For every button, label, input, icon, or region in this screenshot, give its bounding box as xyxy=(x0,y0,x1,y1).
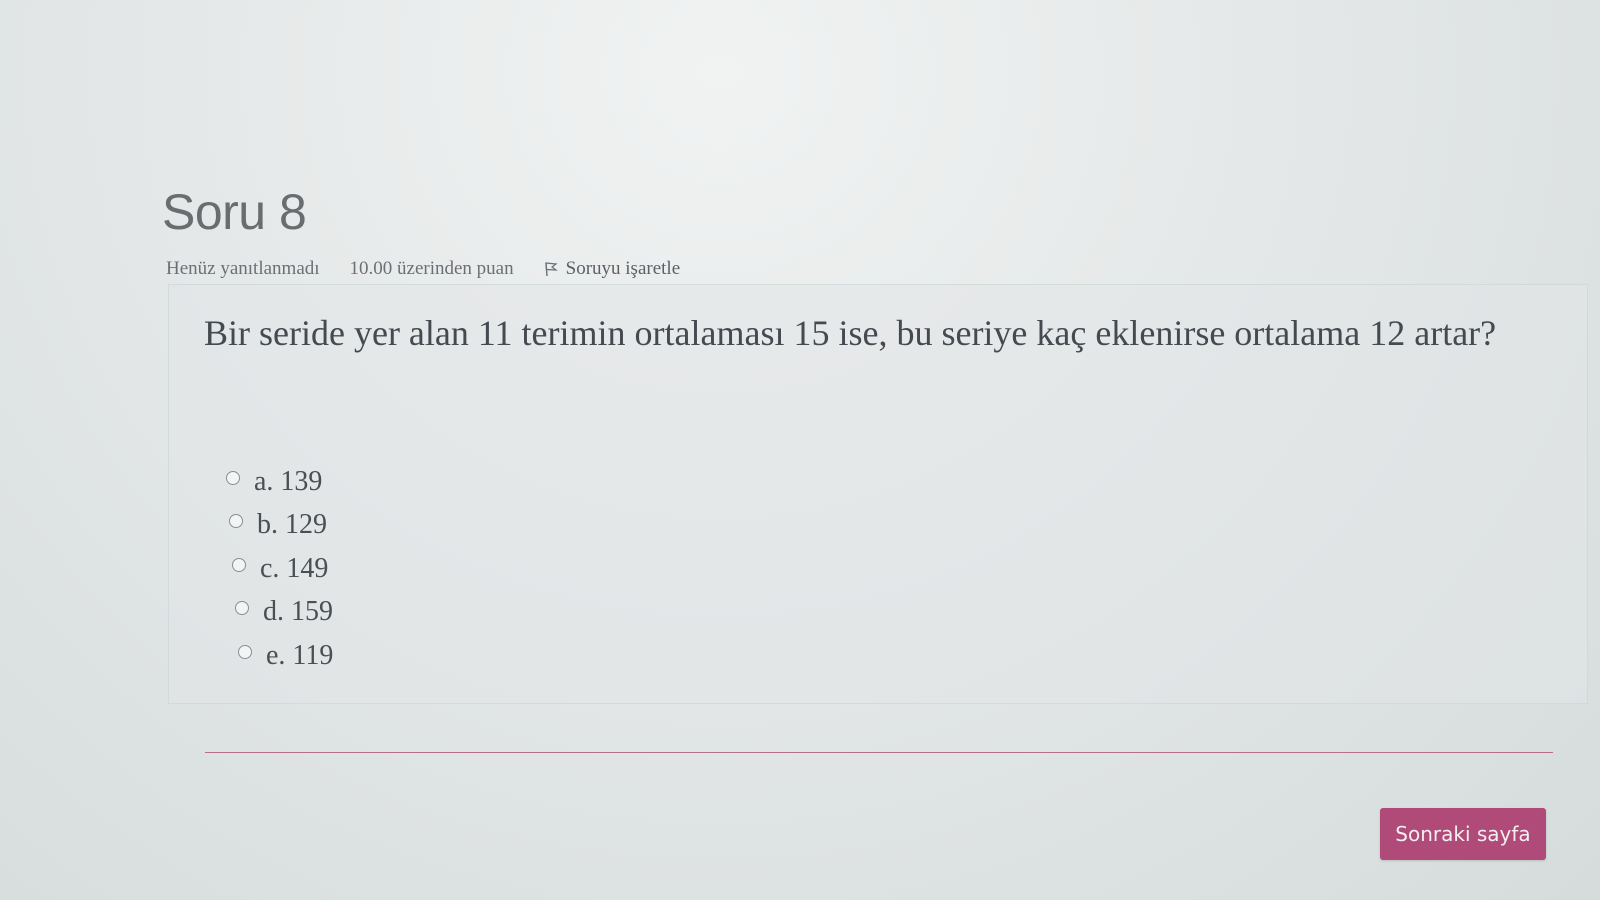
radio-icon[interactable] xyxy=(232,557,246,572)
answer-label: e. 119 xyxy=(266,639,334,671)
answer-option-a[interactable]: a. 139 xyxy=(226,460,333,504)
question-text: Bir seride yer alan 11 terimin ortalamas… xyxy=(204,313,1497,353)
answer-label: d. 159 xyxy=(263,596,333,628)
radio-icon[interactable] xyxy=(238,644,252,659)
question-title: Soru 8 xyxy=(162,184,307,240)
answer-status: Henüz yanıtlanmadı xyxy=(166,258,320,279)
radio-icon[interactable] xyxy=(229,514,243,529)
answer-option-e[interactable]: e. 119 xyxy=(238,634,333,678)
answer-option-c[interactable]: c. 149 xyxy=(232,547,333,591)
flag-icon xyxy=(544,262,558,277)
radio-icon[interactable] xyxy=(226,470,240,485)
next-page-button[interactable]: Sonraki sayfa xyxy=(1380,808,1546,860)
answer-label: c. 149 xyxy=(260,552,329,584)
answer-option-b[interactable]: b. 129 xyxy=(229,504,333,548)
answer-list: a. 139 b. 129 c. 149 d. 159 e. 119 xyxy=(226,460,333,678)
radio-icon[interactable] xyxy=(235,601,249,616)
question-info: Henüz yanıtlanmadı 10.00 üzerinden puan … xyxy=(166,258,680,280)
divider xyxy=(205,752,1553,753)
answer-label: a. 139 xyxy=(254,465,323,497)
flag-question-link[interactable]: Soruyu işaretle xyxy=(544,258,681,280)
answer-label: b. 129 xyxy=(257,509,327,541)
question-points: 10.00 üzerinden puan xyxy=(349,258,514,279)
flag-question-label: Soruyu işaretle xyxy=(565,258,681,279)
answer-option-d[interactable]: d. 159 xyxy=(235,591,333,635)
